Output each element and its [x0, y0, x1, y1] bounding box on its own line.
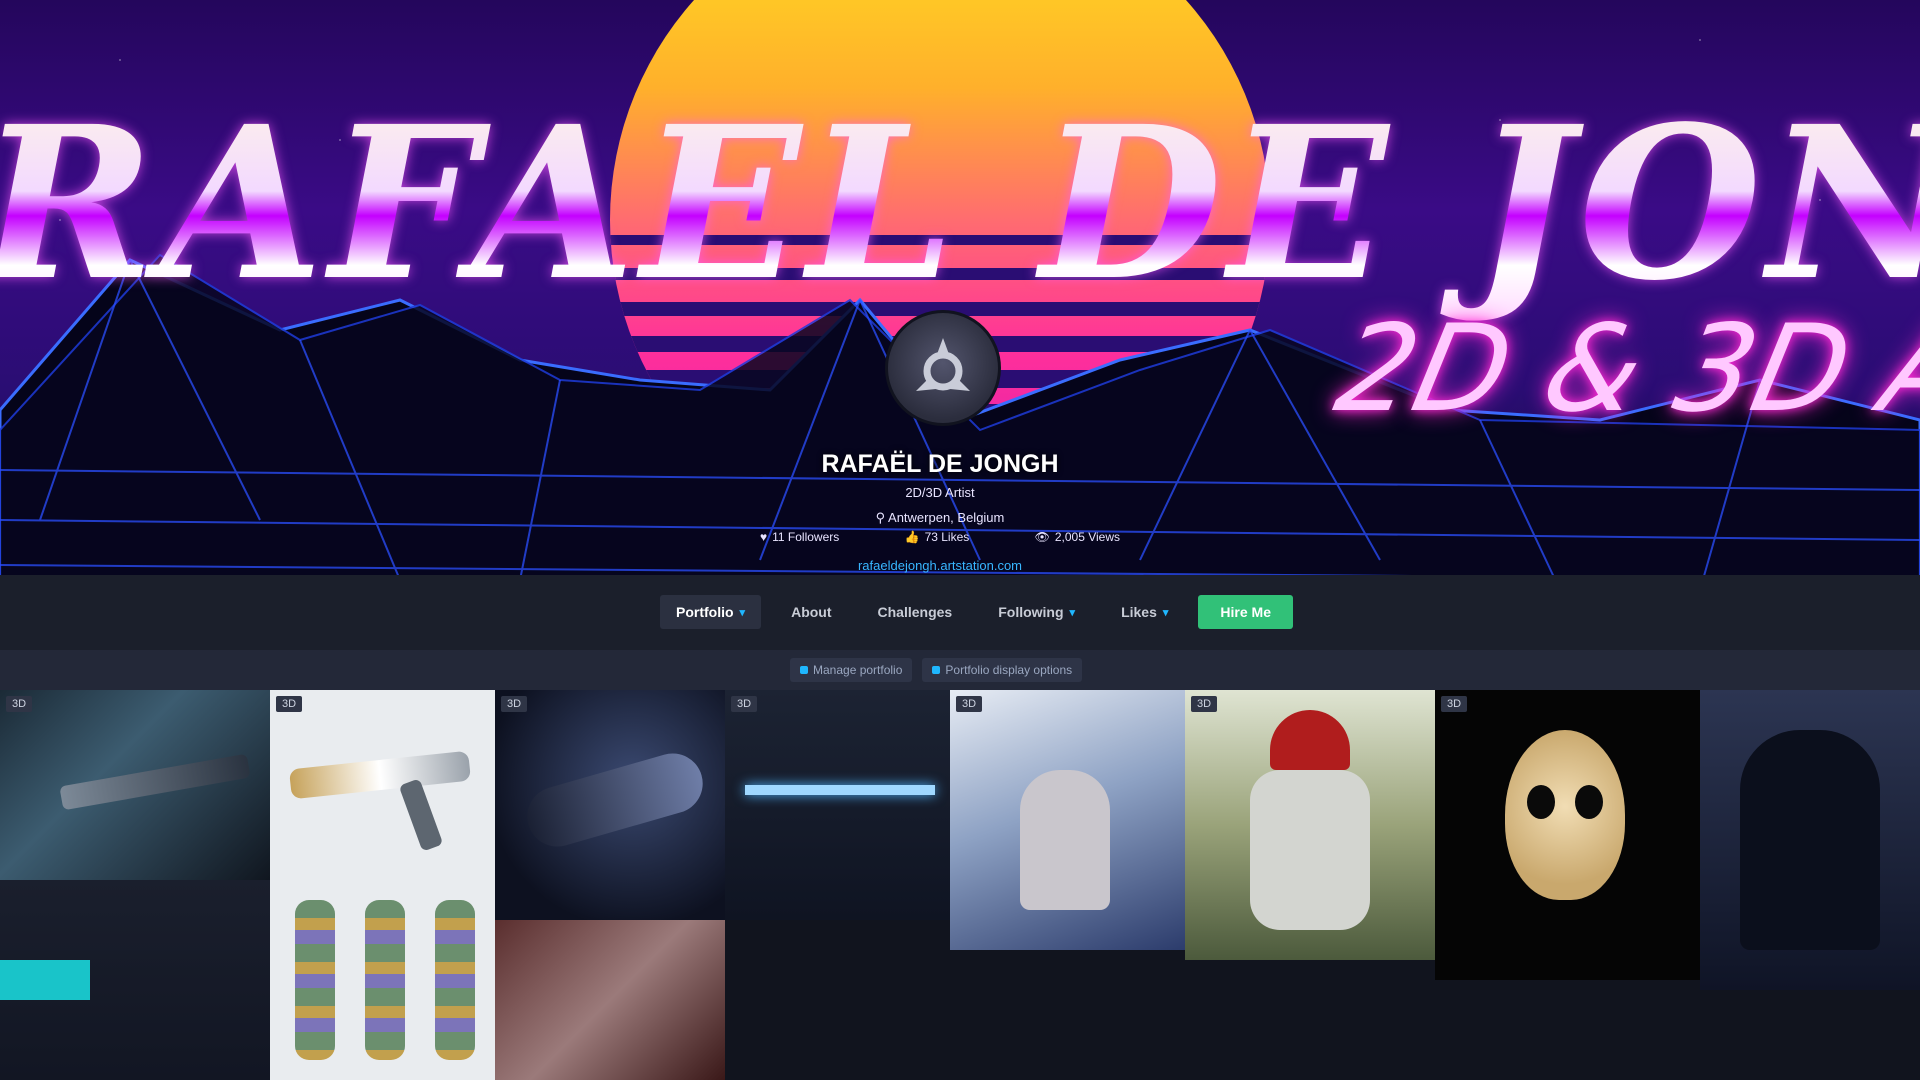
tab-label: Following: [998, 604, 1064, 620]
thumbnail-art: [520, 746, 710, 854]
profile-tabs: Portfolio ▾ About Challenges Following ▾…: [660, 595, 1293, 629]
media-type-badge: 3D: [1191, 696, 1218, 712]
logo-icon: [916, 338, 970, 391]
thumbnail-art: [1575, 785, 1603, 819]
stat-likes[interactable]: 👍 73 Likes: [905, 530, 970, 544]
media-type-badge: 3D: [956, 696, 983, 712]
profile-location: ⚲ Antwerpen, Belgium: [720, 510, 1160, 526]
avatar[interactable]: [885, 310, 1001, 426]
chevron-down-icon: ▾: [739, 606, 746, 619]
tab-likes[interactable]: Likes ▾: [1105, 595, 1184, 629]
thumbnail-art: [288, 750, 472, 800]
gallery-item[interactable]: 3D: [950, 690, 1185, 950]
profile-website-link[interactable]: rafaeldejongh.artstation.com: [720, 558, 1160, 573]
thumbnail-art: [435, 900, 475, 1060]
thumbnail-art: [365, 900, 405, 1060]
gallery-item[interactable]: [495, 920, 725, 1080]
stat-label: 11 Followers: [772, 530, 840, 544]
profile-stats: ♥ 11 Followers 👍 73 Likes 👁 2,005 Views: [760, 530, 1120, 544]
media-type-badge: 3D: [1441, 696, 1468, 712]
views-icon: 👁: [1034, 530, 1050, 544]
tab-following[interactable]: Following ▾: [982, 595, 1091, 629]
thumbnail-art: [1505, 730, 1625, 900]
chip-label: Portfolio display options: [945, 663, 1073, 677]
manage-portfolio-button[interactable]: Manage portfolio: [790, 658, 913, 682]
thumbnail-art: [1270, 710, 1350, 770]
gallery-item[interactable]: 3D: [270, 690, 495, 880]
gallery-item[interactable]: 3D: [495, 690, 725, 920]
hire-me-button[interactable]: Hire Me: [1198, 595, 1293, 629]
gallery-item[interactable]: [0, 880, 270, 1080]
gallery-item[interactable]: [270, 880, 495, 1080]
gallery-item[interactable]: 3D: [1185, 690, 1435, 960]
media-type-badge: 3D: [6, 696, 33, 712]
tab-label: Portfolio: [676, 604, 734, 620]
tab-challenges[interactable]: Challenges: [862, 595, 969, 629]
tab-label: About: [791, 604, 832, 620]
media-type-badge: 3D: [276, 696, 303, 712]
stat-views[interactable]: 👁 2,005 Views: [1035, 530, 1120, 544]
gallery-item[interactable]: 3D: [725, 690, 950, 920]
tab-about[interactable]: About: [775, 595, 847, 629]
display-options-button[interactable]: Portfolio display options: [922, 658, 1083, 682]
tab-portfolio[interactable]: Portfolio ▾: [660, 595, 762, 629]
thumbnail-art: [1740, 730, 1880, 950]
stat-label: 2,005 Views: [1054, 530, 1120, 544]
portfolio-options: Manage portfolio Portfolio display optio…: [790, 658, 1083, 682]
likes-icon: 👍: [904, 530, 920, 544]
thumbnail-art: [0, 960, 90, 1000]
stat-followers[interactable]: ♥ 11 Followers: [760, 530, 839, 544]
media-type-badge: 3D: [501, 696, 528, 712]
thumbnail-art: [59, 753, 251, 811]
thumbnail-art: [1020, 770, 1110, 910]
settings-icon: [932, 666, 941, 674]
media-type-badge: 3D: [731, 696, 758, 712]
thumbnail-art: [1527, 785, 1555, 819]
thumbnail-art: [295, 900, 335, 1060]
edit-icon: [800, 666, 808, 674]
portfolio-gallery: 3D 3D 3D 3D 3D 3D 3D: [0, 690, 1920, 1080]
screen: RAFAEL DE JONG 2D & 3D Ar RAFAËL DE JONG…: [0, 0, 1920, 1080]
portfolio-subbar: Manage portfolio Portfolio display optio…: [0, 650, 1920, 690]
tab-label: Challenges: [877, 604, 953, 620]
gallery-item[interactable]: [1700, 690, 1920, 990]
location-pin-icon: ⚲: [875, 510, 889, 525]
gallery-item[interactable]: 3D: [0, 690, 270, 880]
profile-name: RAFAËL DE JONGH: [821, 450, 1059, 478]
banner-subtitle: 2D & 3D Ar: [1325, 300, 1920, 439]
chevron-down-icon: ▾: [1069, 606, 1076, 619]
thumbnail-art: [745, 785, 935, 795]
chevron-down-icon: ▾: [1162, 606, 1169, 619]
profile-location-text: Antwerpen, Belgium: [888, 510, 1005, 525]
gallery-item[interactable]: 3D: [1435, 690, 1700, 980]
profile-navbar: Portfolio ▾ About Challenges Following ▾…: [0, 575, 1920, 650]
profile-role: 2D/3D Artist: [905, 485, 975, 500]
thumbnail-art: [398, 778, 444, 852]
banner-title: RAFAEL DE JONG: [0, 80, 1920, 327]
profile-banner: RAFAEL DE JONG 2D & 3D Ar RAFAËL DE JONG…: [0, 0, 1920, 600]
chip-label: Manage portfolio: [813, 663, 903, 677]
thumbnail-art: [1250, 770, 1370, 930]
stat-label: 73 Likes: [924, 530, 970, 544]
tab-label: Likes: [1121, 604, 1157, 620]
followers-icon: ♥: [760, 530, 768, 544]
